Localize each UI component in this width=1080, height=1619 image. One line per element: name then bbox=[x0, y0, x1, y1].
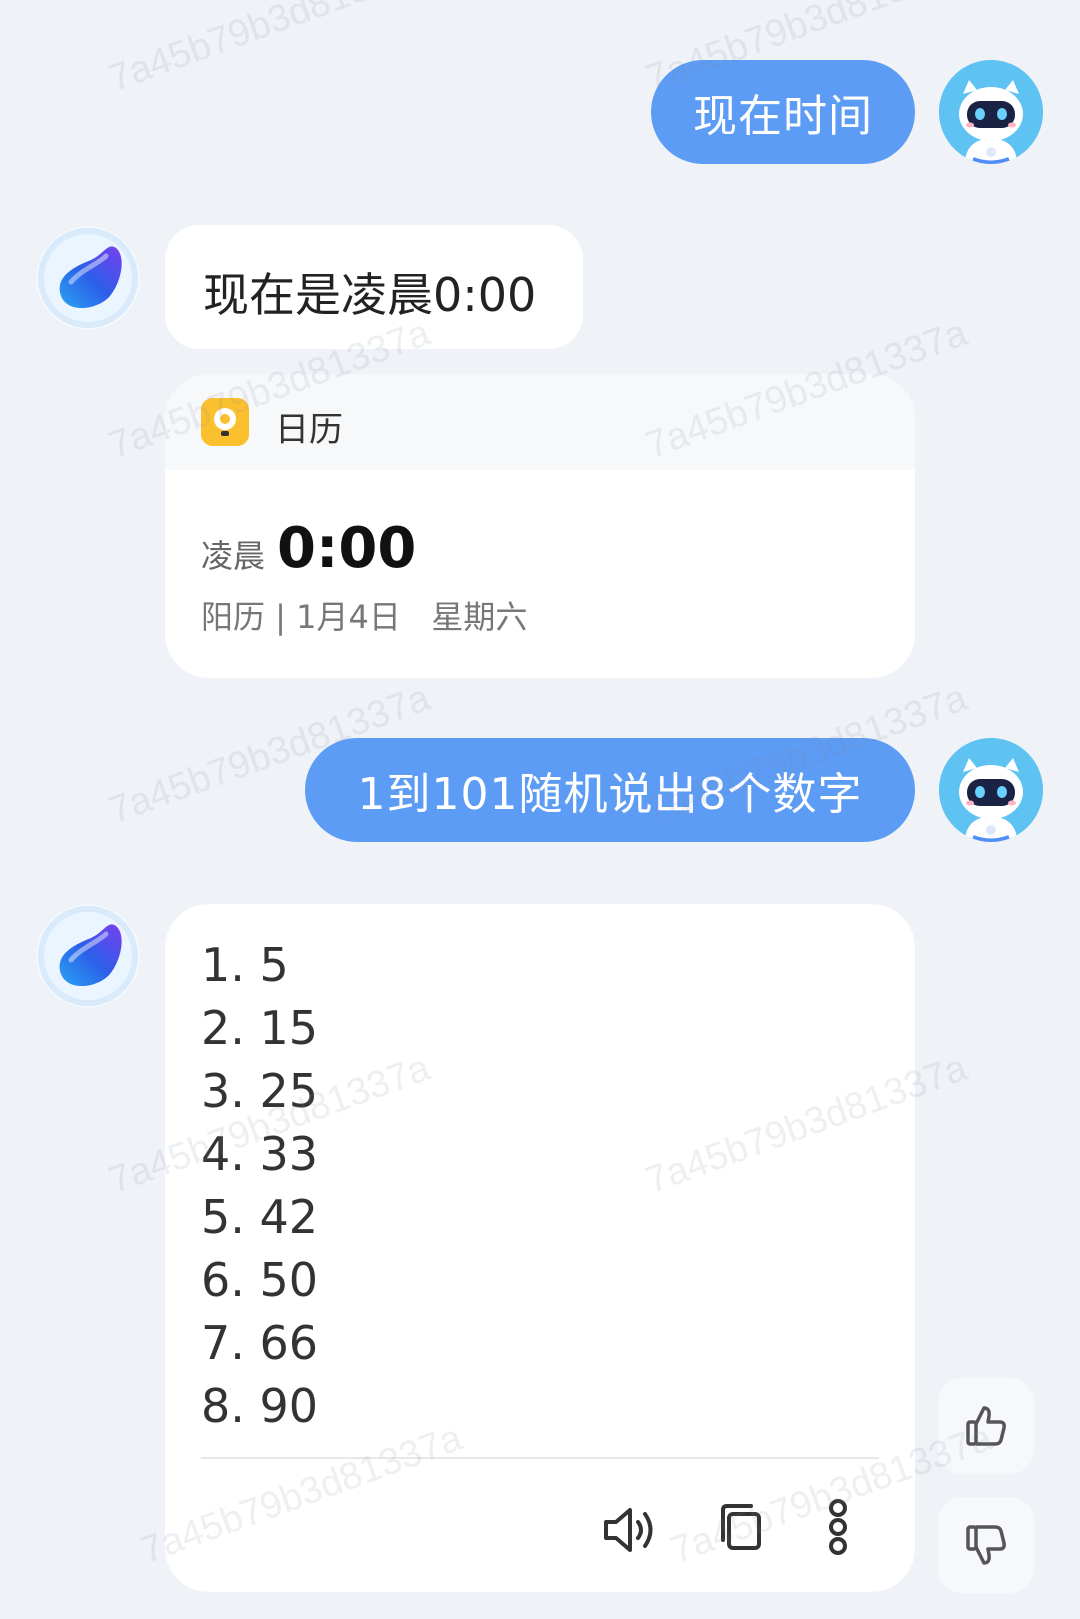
user-message-text: 现在时间 bbox=[693, 91, 873, 142]
copy-icon bbox=[721, 1504, 761, 1550]
assistant-logo-icon bbox=[38, 906, 138, 1006]
like-button[interactable] bbox=[938, 1378, 1034, 1474]
divider bbox=[201, 1457, 879, 1459]
more-button[interactable] bbox=[823, 1498, 853, 1556]
list-item: 2. 15 bbox=[201, 1001, 319, 1055]
assistant-message-text: 现在是凌晨0:00 bbox=[203, 268, 537, 322]
list-item: 3. 25 bbox=[201, 1064, 319, 1118]
assistant-avatar[interactable] bbox=[36, 226, 140, 330]
list-item: 7. 66 bbox=[201, 1316, 319, 1370]
number-list: 1. 5 2. 15 3. 25 4. 33 5. 42 6. 50 7. 66… bbox=[201, 934, 318, 1438]
assistant-message-bubble[interactable]: 现在是凌晨0:00 bbox=[165, 225, 583, 349]
list-item: 8. 90 bbox=[201, 1379, 319, 1433]
speaker-icon bbox=[604, 1508, 653, 1552]
user-message-bubble[interactable]: 现在时间 bbox=[651, 60, 915, 164]
user-message-text: 1到101随机说出8个数字 bbox=[357, 769, 863, 820]
calendar-period: 凌晨 bbox=[201, 537, 266, 575]
assistant-logo-icon bbox=[38, 228, 138, 328]
calendar-date-line: 阳历 | 1月4日 星期六 bbox=[201, 598, 528, 636]
assistant-message-bubble[interactable]: 1. 5 2. 15 3. 25 4. 33 5. 42 6. 50 7. 66… bbox=[165, 904, 915, 1592]
calendar-time: 0:00 bbox=[277, 516, 417, 581]
dislike-button[interactable] bbox=[938, 1497, 1034, 1593]
thumbs-up-icon bbox=[966, 1406, 1006, 1446]
user-avatar[interactable] bbox=[939, 60, 1043, 164]
calendar-card[interactable]: 日历 凌晨 0:00 阳历 | 1月4日 星期六 bbox=[165, 374, 915, 678]
robot-avatar-icon bbox=[939, 60, 1043, 164]
thumbs-down-icon bbox=[966, 1525, 1006, 1565]
list-item: 5. 42 bbox=[201, 1190, 319, 1244]
calendar-app-name: 日历 bbox=[275, 410, 343, 450]
more-icon bbox=[829, 1499, 847, 1555]
list-item: 4. 33 bbox=[201, 1127, 319, 1181]
calendar-app-icon bbox=[201, 398, 249, 446]
user-avatar[interactable] bbox=[939, 738, 1043, 842]
calendar-card-header: 日历 bbox=[165, 374, 915, 470]
assistant-avatar[interactable] bbox=[36, 904, 140, 1008]
robot-avatar-icon bbox=[939, 738, 1043, 842]
list-item: 1. 5 bbox=[201, 938, 289, 992]
user-message-bubble[interactable]: 1到101随机说出8个数字 bbox=[305, 738, 915, 842]
copy-button[interactable] bbox=[715, 1502, 765, 1554]
list-item: 6. 50 bbox=[201, 1253, 319, 1307]
watermark: 7a45b79b3d81337a bbox=[103, 0, 436, 101]
speaker-button[interactable] bbox=[600, 1500, 662, 1560]
